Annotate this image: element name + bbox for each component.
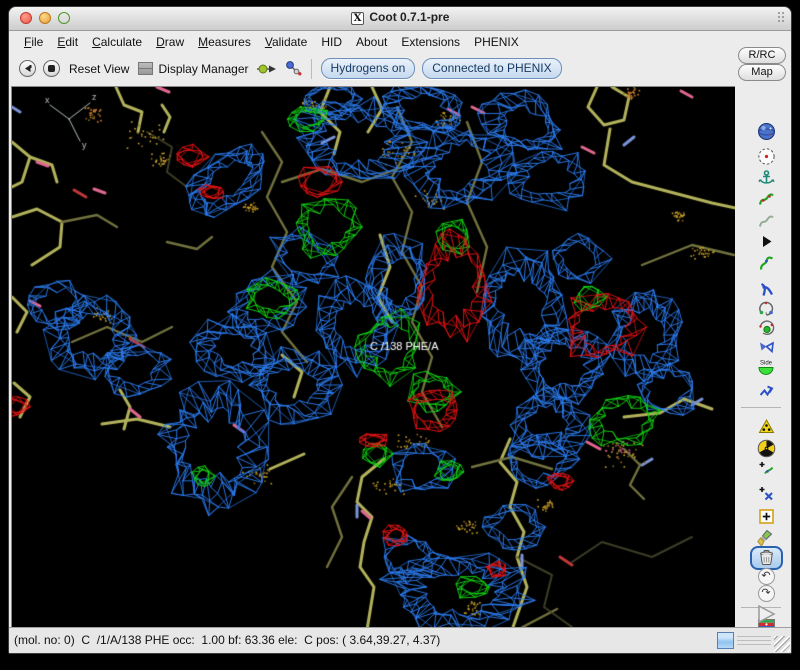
menu-file[interactable]: File	[17, 33, 50, 51]
toolbar-separator	[311, 59, 312, 79]
back-view-button[interactable]	[19, 60, 36, 77]
auto-fit-rotamer-icon[interactable]	[755, 318, 777, 338]
menu-extensions[interactable]: Extensions	[394, 33, 467, 51]
display-manager-button[interactable]: Display Manager	[138, 62, 248, 76]
mutate-icon[interactable]	[755, 416, 777, 436]
rotate-translate-icon[interactable]	[755, 279, 777, 299]
layers-icon	[138, 62, 153, 75]
rotate-zone-icon[interactable]	[755, 299, 777, 319]
window-title: XCoot 0.7.1-pre	[9, 10, 791, 25]
menu-edit[interactable]: Edit	[50, 33, 85, 51]
reset-view-button[interactable]: Reset View	[67, 62, 131, 76]
rrc-button[interactable]: R/RC	[738, 47, 786, 64]
resize-grip[interactable]	[774, 636, 790, 652]
flip-peptide-icon[interactable]	[755, 336, 777, 356]
view-sphere-icon[interactable]	[755, 121, 777, 141]
hydrogens-toggle-button[interactable]: Hydrogens on	[321, 58, 416, 79]
pointer-icon[interactable]	[755, 231, 777, 251]
menu-measures[interactable]: Measures	[191, 33, 258, 51]
title-bar[interactable]: XCoot 0.7.1-pre	[9, 7, 791, 31]
recentre-view-button[interactable]	[43, 60, 60, 77]
add-terminal-residue-icon[interactable]	[755, 458, 777, 478]
regularize-icon[interactable]	[755, 211, 777, 231]
menu-draw[interactable]: Draw	[149, 33, 191, 51]
status-bar: (mol. no: 0) C /1/A/138 PHE occ: 1.00 bf…	[9, 627, 791, 653]
run-refmac-icon[interactable]	[755, 438, 777, 458]
delete-icon[interactable]	[755, 548, 777, 568]
menu-phenix[interactable]: PHENIX	[467, 33, 526, 51]
menu-hid[interactable]: HID	[314, 33, 349, 51]
record-icon	[48, 65, 55, 72]
main-toolbar: Reset View Display Manager Hydrogens on …	[9, 52, 735, 85]
anchor-icon[interactable]	[755, 168, 777, 188]
status-divider	[737, 636, 771, 637]
back-arrow-icon	[22, 63, 33, 74]
go-to-atom-icon	[256, 61, 278, 76]
menu-calculate[interactable]: Calculate	[85, 33, 149, 51]
real-space-refine-icon[interactable]	[755, 189, 777, 209]
menu-validate[interactable]: Validate	[258, 33, 315, 51]
status-scrollbar-thumb[interactable]	[717, 632, 734, 649]
clear-pending-icon[interactable]	[755, 528, 777, 548]
status-divider	[737, 640, 771, 641]
play-icon[interactable]	[753, 603, 779, 625]
app-window: XCoot 0.7.1-pre FileEditCalculateDrawMea…	[8, 6, 792, 654]
jiggle-fit-icon[interactable]	[755, 381, 777, 401]
molecular-viewport[interactable]	[11, 86, 740, 631]
menu-grip-handle[interactable]	[777, 11, 785, 24]
redo-icon[interactable]: ↷	[755, 583, 777, 603]
phenix-connection-button[interactable]: Connected to PHENIX	[422, 58, 561, 79]
molecule-button[interactable]	[285, 60, 302, 77]
side-chain-flip-icon[interactable]: Side	[755, 358, 777, 378]
toolbar-separator	[741, 407, 781, 408]
x11-icon: X	[351, 12, 365, 25]
map-button[interactable]: Map	[738, 64, 786, 81]
go-to-atom-button[interactable]	[256, 61, 278, 76]
menu-bar: FileEditCalculateDrawMeasuresValidateHID…	[9, 31, 791, 52]
tandem-refine-icon[interactable]	[755, 253, 777, 273]
molecule-icon	[285, 60, 302, 77]
atom-status-text: (mol. no: 0) C /1/A/138 PHE occ: 1.00 bf…	[14, 633, 440, 647]
place-atom-icon[interactable]	[755, 506, 777, 526]
add-alt-conf-icon[interactable]	[755, 483, 777, 503]
recentre-icon[interactable]	[755, 146, 777, 166]
right-toolbar: R/RC Map Side↶↷	[735, 47, 791, 627]
status-divider	[737, 644, 771, 645]
menu-about[interactable]: About	[349, 33, 394, 51]
svg-text:Side: Side	[760, 361, 773, 367]
